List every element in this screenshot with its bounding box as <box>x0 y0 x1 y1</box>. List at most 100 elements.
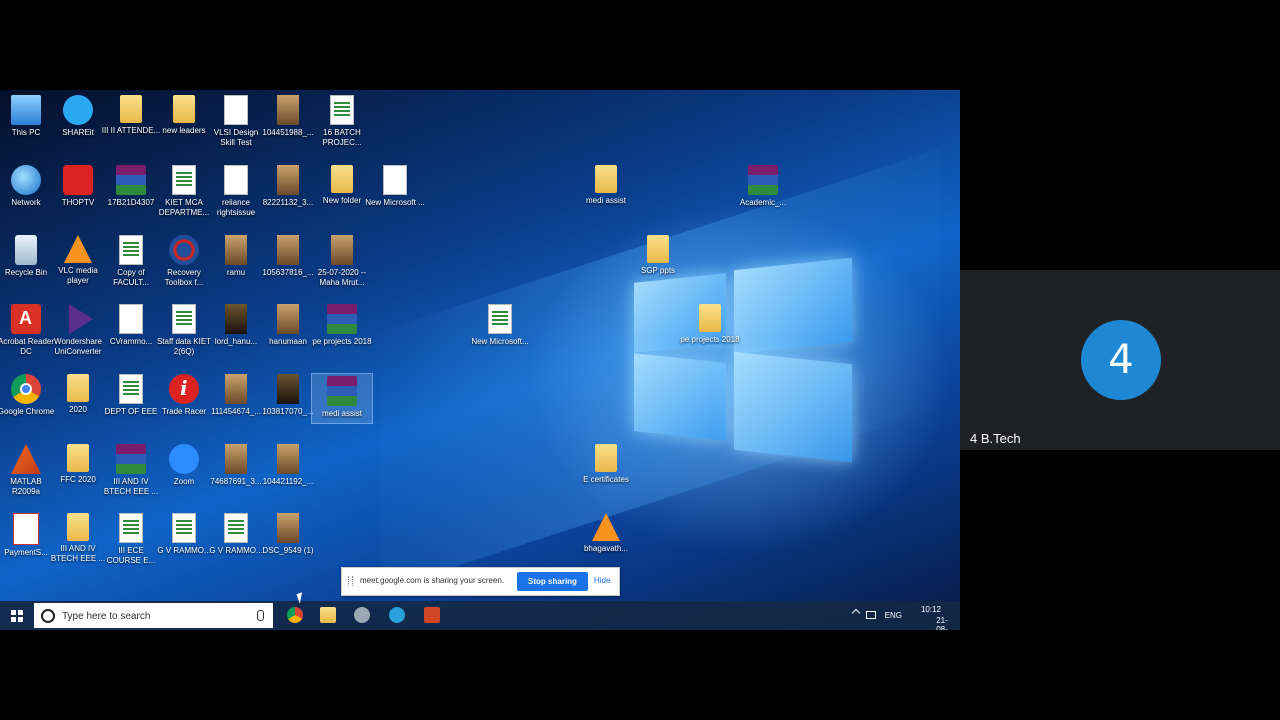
desktop-icon[interactable]: SHAREit <box>48 95 108 138</box>
taskbar-search-box[interactable]: Type here to search <box>34 603 273 628</box>
desktop-icon-label: 104451988_... <box>262 128 314 137</box>
windows-logo-wallpaper <box>634 254 854 474</box>
desktop-icon[interactable]: III AND IV BTECH EEE ... <box>48 513 108 564</box>
desktop-icon[interactable]: III II ATTENDE... <box>101 95 161 136</box>
desktop-icon[interactable]: 105637816_... <box>258 235 318 278</box>
taskbar: Type here to search ENG 10:12 21-08-2020 <box>0 601 960 630</box>
desktop-icon[interactable]: Recovery Toolbox f... <box>154 235 214 288</box>
participants-panel: 4 4 B.Tech <box>960 0 1280 720</box>
folder-icon <box>699 304 721 332</box>
desktop-icon[interactable]: Zoom <box>154 444 214 487</box>
folder-icon <box>67 374 89 402</box>
network-icon[interactable] <box>866 611 876 619</box>
desktop-icon-label: pe projects 2018 <box>680 335 740 344</box>
zoom-icon <box>169 444 199 474</box>
desktop-icon[interactable]: pe projects 2018 <box>680 304 740 345</box>
desktop-icon-label: 2020 <box>69 405 87 414</box>
desktop-icon[interactable]: New Microsoft ... <box>365 165 425 208</box>
desktop-icon[interactable]: III ECE COURSE E... <box>101 513 161 566</box>
desktop-icon-label: ramu <box>226 268 246 277</box>
chevron-up-icon[interactable] <box>851 608 861 618</box>
desktop-icon-label: DSC_9549 (1) <box>262 546 314 555</box>
globe-icon <box>11 165 41 195</box>
clock-time[interactable]: 10:12 <box>921 605 941 615</box>
folder-icon <box>173 95 195 123</box>
desktop-icon-label: CVrammo... <box>109 337 153 346</box>
drag-handle-icon[interactable] <box>348 576 353 586</box>
desktop-icon[interactable]: 104421192_... <box>258 444 318 487</box>
desktop-icon[interactable]: hanumaan <box>258 304 318 347</box>
desktop-icon[interactable]: E certificates <box>576 444 636 485</box>
desktop-icon[interactable]: ramu <box>206 235 266 278</box>
desktop-icon[interactable]: THOPTV <box>48 165 108 208</box>
desktop-icon[interactable]: medi assist <box>311 373 373 424</box>
photo-icon <box>277 513 299 543</box>
folder-icon <box>67 513 89 541</box>
microphone-icon[interactable] <box>257 610 264 621</box>
desktop-icon[interactable]: Wondershare UniConverter <box>48 304 108 357</box>
clock-date[interactable]: 21-08-2020 <box>936 616 954 630</box>
chrome-icon[interactable] <box>287 607 303 623</box>
desktop-icon-label: Recovery Toolbox f... <box>164 268 204 287</box>
desktop-icon[interactable]: CVrammo... <box>101 304 161 347</box>
desktop-icon[interactable]: New folder <box>312 165 372 206</box>
desktop-icon[interactable]: reliance rightsissue <box>206 165 266 218</box>
desktop-icon[interactable]: KIET MCA DEPARTME... <box>154 165 214 218</box>
participant-tile[interactable]: 4 4 B.Tech <box>960 270 1280 450</box>
desktop-icon[interactable]: FFC 2020 <box>48 444 108 485</box>
desktop-icon-label: medi assist <box>585 196 626 205</box>
file-explorer-icon[interactable] <box>320 607 336 623</box>
rar-icon <box>327 376 357 406</box>
desktop-icon[interactable]: 104451988_... <box>258 95 318 138</box>
desktop-icon[interactable]: VLC media player <box>48 235 108 286</box>
desktop-icon[interactable]: 82221132_3... <box>258 165 318 208</box>
desktop-icon[interactable]: New Microsoft... <box>470 304 530 347</box>
settings-icon[interactable] <box>354 607 370 623</box>
desktop-icon[interactable]: Copy of FACULT... <box>101 235 161 288</box>
desktop-icon[interactable]: medi assist <box>576 165 636 206</box>
desktop-icon-label: 17B21D4307 <box>107 198 155 207</box>
desktop-icon[interactable]: G V RAMMO... <box>206 513 266 556</box>
docgreen-icon <box>119 235 143 265</box>
folder-icon <box>331 165 353 193</box>
pdf-icon <box>11 304 41 334</box>
stop-sharing-button[interactable]: Stop sharing <box>517 572 588 591</box>
desktop-icon[interactable]: bhagavath... <box>576 513 636 554</box>
desktop-icon[interactable]: III AND IV BTECH EEE ... <box>101 444 161 497</box>
desktop-icon[interactable]: 2020 <box>48 374 108 415</box>
desktop-icon[interactable]: Trade Racer <box>154 374 214 417</box>
desktop-icon-label: III ECE COURSE E... <box>106 546 156 565</box>
desktop-icon[interactable]: 103817070_... <box>258 374 318 417</box>
desktop-icon-label: hanumaan <box>269 337 307 346</box>
desktop-icon[interactable]: DEPT OF EEE <box>101 374 161 417</box>
photo-icon <box>225 374 247 404</box>
desktop-icon[interactable]: 16 BATCH PROJEC... <box>312 95 372 148</box>
desktop-icon[interactable]: lord_hanu... <box>206 304 266 347</box>
desktop-icon[interactable]: new leaders <box>154 95 214 136</box>
desktop-icon[interactable]: G V RAMMO... <box>154 513 214 556</box>
windows-start-icon[interactable] <box>11 610 23 622</box>
photo-icon <box>331 235 353 265</box>
desktop-icon[interactable]: SGP ppts <box>628 235 688 276</box>
desktop-icon[interactable]: 17B21D4307 <box>101 165 161 208</box>
desktop-icon[interactable]: Staff data KIET 2(6Q) <box>154 304 214 357</box>
office-icon[interactable] <box>424 607 440 623</box>
participant-name: 4 B.Tech <box>970 431 1021 446</box>
desktop-icon[interactable]: DSC_9549 (1) <box>258 513 318 556</box>
photo-icon <box>277 95 299 125</box>
photo-icon <box>225 235 247 265</box>
desktop-icon-label: 111454674_... <box>211 407 261 416</box>
docgreen-icon <box>172 513 196 543</box>
desktop-icon[interactable]: 74687691_3... <box>206 444 266 487</box>
desktop-icon[interactable]: VLSI Design Skill Test <box>206 95 266 148</box>
desktop-icon[interactable]: 25-07-2020 -- Maha Mrut... <box>312 235 372 288</box>
desktop-icon[interactable]: 111454674_... <box>206 374 266 417</box>
avatar: 4 <box>1081 320 1161 400</box>
desktop-icon[interactable]: pe projects 2018 <box>312 304 372 347</box>
telegram-icon[interactable] <box>389 607 405 623</box>
desktop-icon[interactable]: Academic_... <box>733 165 793 208</box>
hide-button[interactable]: Hide <box>594 576 610 585</box>
language-indicator[interactable]: ENG <box>885 611 902 620</box>
dark-icon <box>277 374 299 404</box>
docgreen-icon <box>224 513 248 543</box>
